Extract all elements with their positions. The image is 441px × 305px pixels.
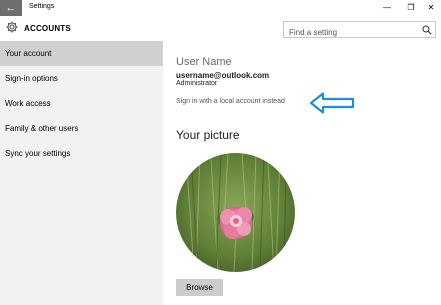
main-content: User Name username@outlook.com Administr… (163, 41, 441, 305)
sidebar-item-your-account[interactable]: Your account (0, 41, 163, 66)
sidebar-item-label: Sign-in options (5, 74, 58, 83)
sidebar-item-sync-settings[interactable]: Sync your settings (0, 141, 163, 166)
flower-image (176, 153, 295, 272)
search-box[interactable] (283, 21, 436, 40)
local-account-link[interactable]: Sign in with a local account instead (176, 98, 285, 105)
gear-icon (6, 21, 18, 33)
page-title: ACCOUNTS (24, 24, 71, 33)
sidebar-item-label: Sync your settings (5, 149, 71, 158)
sidebar-item-work-access[interactable]: Work access (0, 91, 163, 116)
maximize-icon: ❐ (407, 3, 415, 12)
search-icon[interactable] (422, 25, 432, 35)
picture-heading: Your picture (176, 128, 240, 142)
browse-button[interactable]: Browse (176, 279, 223, 296)
user-role: Administrator (176, 80, 218, 87)
sidebar-item-family-other-users[interactable]: Family & other users (0, 116, 163, 141)
minimize-button[interactable]: — (375, 0, 399, 16)
arrow-left-icon (309, 92, 355, 114)
user-email: username@outlook.com (176, 71, 270, 80)
account-picture (176, 153, 295, 272)
back-button[interactable]: ← (0, 0, 22, 16)
sidebar-item-label: Family & other users (5, 124, 79, 133)
title-bar: ← Settings — ❐ ✕ (0, 0, 441, 16)
sidebar-item-label: Your account (5, 49, 52, 58)
search-input[interactable] (284, 25, 414, 40)
back-arrow-icon: ← (5, 2, 17, 14)
sidebar-item-sign-in-options[interactable]: Sign-in options (0, 66, 163, 91)
minimize-icon: — (383, 3, 391, 12)
close-icon: ✕ (427, 3, 435, 12)
sidebar-item-label: Work access (5, 99, 51, 108)
close-button[interactable]: ✕ (421, 0, 441, 16)
window-title: Settings (29, 3, 55, 10)
user-name: User Name (176, 56, 232, 68)
maximize-button[interactable]: ❐ (399, 0, 423, 16)
sidebar: Your account Sign-in options Work access… (0, 41, 163, 305)
